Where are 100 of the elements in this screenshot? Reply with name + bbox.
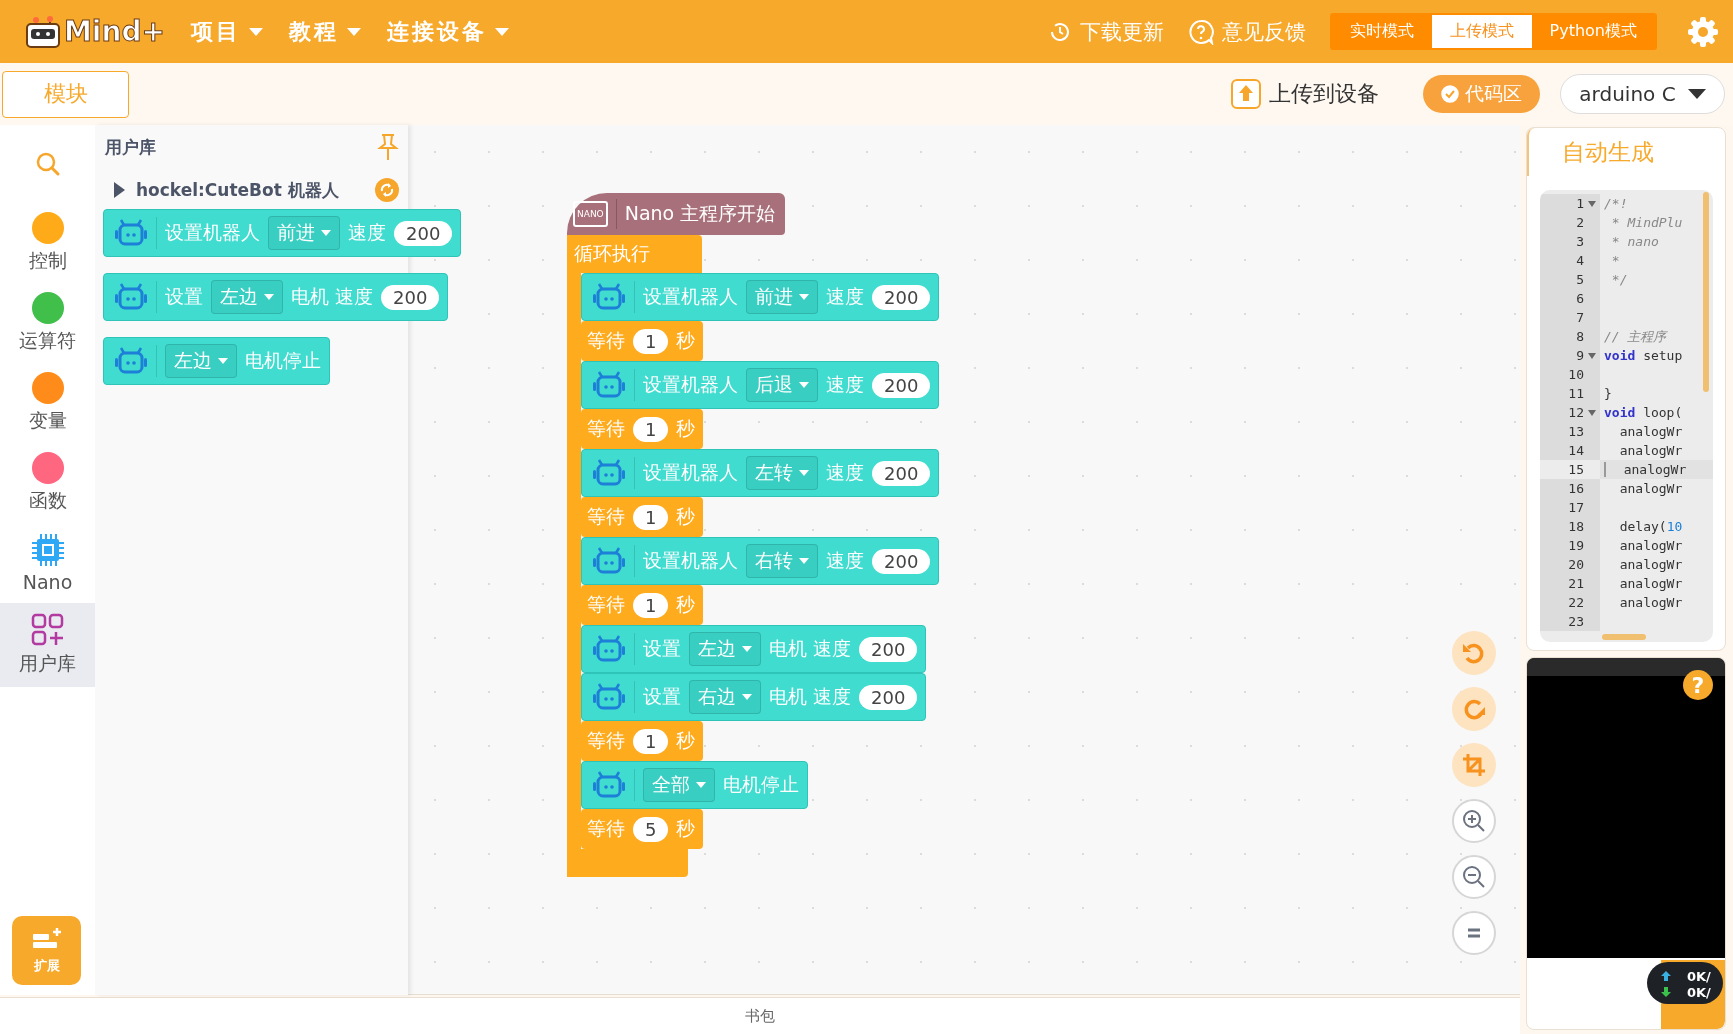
fold-arrow-icon[interactable]	[1588, 200, 1596, 207]
code-line: /*!	[1604, 195, 1628, 213]
redo-icon[interactable]	[1452, 687, 1496, 731]
reset-zoom-icon[interactable]	[1452, 911, 1496, 955]
block-label: 设置机器人	[165, 220, 260, 245]
code-line: analogWr	[1618, 442, 1683, 460]
start-block[interactable]: NANO Nano 主程序开始	[567, 193, 786, 235]
code-line: analogWr	[1618, 423, 1683, 441]
number-input[interactable]: 200	[381, 284, 440, 310]
wait-block[interactable]: 等待 1 秒	[581, 585, 704, 625]
fold-arrow-icon[interactable]	[1588, 352, 1596, 359]
wait-block[interactable]: 等待 5 秒	[581, 809, 704, 849]
number-input[interactable]: 200	[872, 460, 931, 486]
robot-icon	[592, 458, 626, 488]
category-item[interactable]: Nano	[0, 523, 95, 603]
category-item[interactable]: 运算符	[0, 283, 95, 363]
number-input[interactable]: 200	[859, 636, 918, 662]
robot-block[interactable]: 设置 左边 电机 速度 200	[103, 273, 449, 321]
block-label: 等待	[587, 592, 625, 617]
wait-block[interactable]: 等待 1 秒	[581, 721, 704, 761]
language-dropdown[interactable]: arduino C	[1560, 74, 1725, 114]
block-label: 速度	[826, 548, 864, 573]
wait-block[interactable]: 等待 1 秒	[581, 321, 704, 361]
code-line: * nano	[1610, 233, 1659, 251]
robot-block[interactable]: 设置机器人 右转 速度 200	[581, 537, 940, 585]
undo-icon[interactable]	[1452, 631, 1496, 675]
robot-icon	[592, 282, 626, 312]
refresh-icon[interactable]	[374, 177, 400, 203]
fold-arrow-icon[interactable]	[1588, 409, 1596, 416]
upload-icon	[1231, 79, 1261, 109]
code-line: *	[1610, 252, 1620, 270]
line-number: 6	[1576, 290, 1584, 308]
upload-button[interactable]: 上传到设备	[1231, 79, 1379, 109]
wait-block[interactable]: 等待 1 秒	[581, 497, 704, 537]
number-input[interactable]: 1	[633, 592, 669, 618]
code-line: delay(10	[1618, 518, 1683, 536]
block-label: 秒	[676, 328, 696, 353]
zoom-out-icon[interactable]	[1452, 855, 1496, 899]
code-line: analogWr	[1618, 575, 1683, 593]
line-number: 20	[1568, 556, 1584, 574]
zoom-in-icon[interactable]	[1452, 799, 1496, 843]
robot-block[interactable]: 设置机器人 前进 速度 200	[581, 273, 940, 321]
block-label: 秒	[676, 728, 696, 753]
robot-block[interactable]: 设置 右边 电机 速度 200	[581, 673, 927, 721]
scrollbar[interactable]	[1602, 634, 1646, 640]
line-number: 23	[1568, 613, 1584, 631]
loop-block[interactable]: 循环执行 设置机器人 前进 速度 200 等待 1 秒 设置机器人 后退 速度 200 等待 1 秒 设置机器人 左转 速度 200 等待 1 秒 设置机器人 右转 速度 200 等待 1 秒 设置 左边 电机 速度 200 设置 右边 电机 速度 200 等待 1 秒 全部 电机停止 等待 5 秒	[567, 235, 940, 877]
up-arrow-icon	[1661, 971, 1671, 981]
line-number: 9	[1576, 347, 1584, 365]
check-icon	[1441, 85, 1459, 103]
number-input[interactable]: 200	[872, 548, 931, 574]
robot-icon	[592, 546, 626, 576]
category-item[interactable]: 变量	[0, 363, 95, 443]
number-input[interactable]: 1	[633, 728, 669, 754]
robot-icon	[592, 634, 626, 664]
block-label: 秒	[676, 592, 696, 617]
code-line: * MindPlu	[1610, 214, 1683, 232]
block-label: 速度	[348, 220, 386, 245]
code-line: void loop(	[1604, 404, 1683, 422]
code-line: void setup	[1604, 347, 1683, 365]
block-label: 设置	[165, 284, 203, 309]
number-input[interactable]: 1	[633, 328, 669, 354]
board-badge: NANO	[573, 201, 608, 227]
caret-icon	[494, 27, 509, 36]
backpack-bar[interactable]: 书包	[0, 997, 1520, 1034]
block-label: 电机 速度	[769, 684, 852, 709]
question-icon	[1187, 18, 1214, 45]
scrollbar[interactable]	[1703, 192, 1709, 392]
robot-icon	[592, 682, 626, 712]
number-input[interactable]: 1	[633, 416, 669, 442]
number-input[interactable]: 200	[394, 220, 453, 246]
expand-triangle-icon[interactable]	[112, 182, 126, 198]
block-label: 速度	[826, 372, 864, 397]
block-label: Nano 主程序开始	[624, 201, 776, 226]
code-line: analogWr	[1618, 556, 1683, 574]
wait-block[interactable]: 等待 1 秒	[581, 409, 704, 449]
settings-icon[interactable]	[1687, 15, 1719, 48]
crop-icon[interactable]	[1452, 743, 1496, 787]
number-input[interactable]: 200	[859, 684, 918, 710]
number-input[interactable]: 200	[872, 284, 931, 310]
chip-icon	[30, 533, 65, 567]
pin-icon[interactable]	[376, 133, 400, 161]
block-label: 等待	[587, 328, 625, 353]
robot-block[interactable]: 设置机器人 前进 速度 200	[103, 209, 462, 257]
line-number: 12	[1568, 404, 1584, 422]
category-item[interactable]: 用户库	[0, 603, 95, 687]
caret-icon	[742, 694, 752, 700]
robot-block[interactable]: 设置机器人 左转 速度 200	[581, 449, 940, 497]
category-item[interactable]: 函数	[0, 443, 95, 523]
category-item[interactable]: 控制	[0, 203, 95, 283]
line-number: 19	[1568, 537, 1584, 555]
block-label: 设置	[643, 684, 681, 709]
number-input[interactable]: 1	[633, 504, 669, 530]
robot-block[interactable]: 设置 左边 电机 速度 200	[581, 625, 927, 673]
robot-block[interactable]: 设置机器人 后退 速度 200	[581, 361, 940, 409]
caret-icon	[264, 294, 274, 300]
code-line: analogWr	[1618, 594, 1683, 612]
robot-icon	[114, 218, 148, 248]
number-input[interactable]: 200	[872, 372, 931, 398]
number-input[interactable]: 5	[633, 816, 669, 842]
